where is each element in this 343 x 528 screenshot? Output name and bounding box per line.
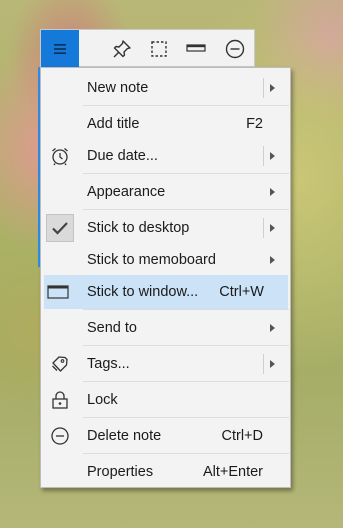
menu-item-label: Send to — [87, 320, 137, 336]
menu-item-label: Delete note — [87, 428, 162, 444]
dashed-rectangle-icon — [151, 40, 167, 57]
separator — [83, 381, 289, 382]
note-toolbar — [40, 29, 255, 67]
menu-item-label: Stick to desktop — [87, 220, 190, 236]
title-bar-button[interactable] — [177, 30, 215, 67]
select-button[interactable] — [140, 30, 178, 67]
menu-item-shortcut: Ctrl+D — [221, 428, 264, 444]
menu-item-label: Stick to window... — [87, 284, 199, 300]
pin-button[interactable] — [103, 30, 141, 67]
menu-item-label: Stick to memoboard — [87, 252, 216, 268]
title-bar-icon — [186, 43, 206, 52]
menu-item-shortcut: Ctrl+W — [219, 284, 264, 300]
minus-circle-icon — [225, 39, 245, 58]
menu-item-new-note[interactable]: New note — [42, 71, 289, 105]
menu-item-label: Lock — [87, 392, 118, 408]
padlock-icon — [52, 391, 68, 409]
separator — [83, 453, 289, 454]
menu-item-label: Appearance — [87, 184, 166, 200]
menu-item-delete-note[interactable]: Delete note Ctrl+D — [42, 419, 289, 453]
submenu-arrow-icon — [270, 324, 275, 332]
separator — [83, 309, 289, 310]
submenu-divider — [263, 218, 264, 238]
submenu-arrow-icon[interactable] — [270, 84, 275, 92]
menu-item-label: New note — [87, 80, 149, 96]
menu-item-appearance[interactable]: Appearance — [42, 175, 289, 209]
separator — [83, 173, 289, 174]
checkmark-icon — [52, 222, 68, 235]
pin-icon — [113, 39, 131, 57]
separator — [83, 105, 289, 106]
menu-item-tags[interactable]: Tags... — [42, 347, 289, 381]
menu-item-shortcut: Alt+Enter — [202, 464, 263, 480]
alarm-clock-icon — [52, 148, 68, 166]
menu-item-stick-to-memoboard[interactable]: Stick to memoboard — [42, 243, 289, 277]
separator — [83, 345, 289, 346]
checked-indicator — [46, 214, 74, 242]
minus-circle-icon — [51, 427, 69, 445]
menu-item-label: Due date... — [87, 148, 158, 164]
menu-item-send-to[interactable]: Send to — [42, 311, 289, 345]
separator — [83, 209, 289, 210]
menu-item-lock[interactable]: Lock — [42, 383, 289, 417]
menu-item-shortcut: F2 — [246, 116, 263, 132]
menu-button[interactable] — [41, 30, 79, 67]
hamburger-icon — [54, 43, 66, 54]
separator — [83, 417, 289, 418]
minimize-button[interactable] — [216, 30, 254, 67]
menu-item-due-date[interactable]: Due date... — [42, 139, 289, 173]
submenu-arrow-icon — [270, 256, 275, 264]
submenu-divider — [263, 78, 264, 98]
menu-item-add-title[interactable]: Add title F2 — [42, 107, 289, 141]
menu-item-properties[interactable]: Properties Alt+Enter — [42, 455, 289, 489]
menu-item-label: Add title — [87, 116, 140, 132]
context-menu: New note Add title F2 Due date... Appear… — [40, 67, 291, 488]
window-icon — [47, 285, 69, 299]
submenu-arrow-icon[interactable] — [270, 152, 275, 160]
submenu-divider — [263, 146, 264, 166]
submenu-arrow-icon[interactable] — [270, 360, 275, 368]
menu-item-stick-to-desktop[interactable]: Stick to desktop — [42, 211, 289, 245]
menu-item-label: Properties — [87, 464, 154, 480]
submenu-arrow-icon[interactable] — [270, 224, 275, 232]
tag-icon — [52, 356, 68, 372]
menu-item-stick-to-window[interactable]: Stick to window... Ctrl+W — [44, 275, 288, 309]
submenu-divider — [263, 354, 264, 374]
submenu-arrow-icon — [270, 188, 275, 196]
menu-item-label: Tags... — [87, 356, 130, 372]
